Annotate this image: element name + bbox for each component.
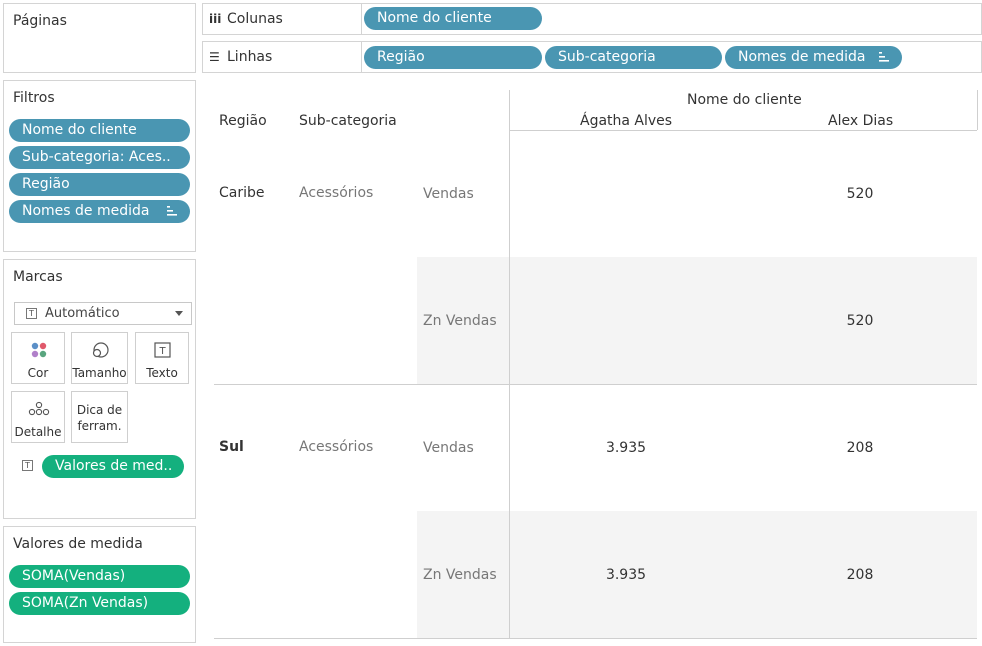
filter-pill-measure-names-label: Nomes de medida bbox=[22, 203, 150, 219]
measure-pill-sum-zn-sales[interactable]: SOMA(Zn Vendas) bbox=[9, 592, 190, 615]
color-dots-icon bbox=[31, 342, 47, 358]
rows-shelf-label: ☰ Linhas bbox=[203, 42, 362, 72]
marks-title: Marcas bbox=[13, 269, 63, 285]
rows-pill-subcategory[interactable]: Sub-categoria bbox=[545, 46, 722, 69]
measure-values-title: Valores de medida bbox=[13, 536, 143, 552]
text-icon: T bbox=[154, 342, 171, 358]
chevron-down-icon bbox=[175, 311, 183, 316]
rows-shelf[interactable]: ☰ Linhas Região Sub-categoria Nomes de me… bbox=[202, 41, 982, 73]
marks-panel[interactable]: Marcas T Automático Cor Tamanho T Texto bbox=[3, 259, 196, 519]
columns-label-text: Colunas bbox=[227, 11, 283, 27]
filters-panel[interactable]: Filtros Nome do cliente Sub-categoria: A… bbox=[3, 80, 196, 252]
table-bottom-line bbox=[214, 638, 977, 639]
color-button[interactable]: Cor bbox=[11, 332, 65, 384]
cell-value: 520 bbox=[846, 313, 874, 329]
columns-shelf-label: iii Colunas bbox=[203, 4, 362, 34]
color-button-label: Cor bbox=[27, 366, 49, 380]
cell-value: 208 bbox=[846, 567, 874, 583]
size-icon bbox=[92, 342, 109, 358]
cell-value: 520 bbox=[846, 186, 874, 202]
text-button[interactable]: T Texto bbox=[135, 332, 189, 384]
filters-title: Filtros bbox=[13, 90, 55, 106]
marks-text-pill-measure-values[interactable]: Valores de med.. bbox=[42, 455, 184, 478]
columns-pill-customer-name[interactable]: Nome do cliente bbox=[364, 7, 542, 30]
crosstab-view[interactable]: Nome do cliente Região Sub-categoria Ága… bbox=[202, 80, 982, 646]
text-mark-icon: T bbox=[26, 308, 37, 319]
measure-pill-sum-sales[interactable]: SOMA(Vendas) bbox=[9, 565, 190, 588]
rows-pill-measure-names[interactable]: Nomes de medida bbox=[725, 46, 902, 69]
columns-shelf[interactable]: iii Colunas Nome do cliente bbox=[202, 3, 982, 35]
subcategory-label[interactable]: Acessórios bbox=[299, 185, 373, 201]
subcategory-label[interactable]: Acessórios bbox=[299, 439, 373, 455]
pages-panel[interactable]: Páginas bbox=[3, 3, 196, 73]
sort-icon bbox=[167, 206, 177, 216]
text-field-icon: T bbox=[22, 460, 33, 471]
rows-icon: ☰ bbox=[209, 50, 220, 64]
right-edge-line bbox=[977, 90, 978, 130]
cell-value: 208 bbox=[846, 440, 874, 456]
svg-text:T: T bbox=[158, 346, 166, 357]
measure-name-label[interactable]: Vendas bbox=[423, 440, 474, 456]
pages-title: Páginas bbox=[13, 13, 67, 29]
size-button-label: Tamanho bbox=[72, 366, 127, 380]
filter-pill-customer-name[interactable]: Nome do cliente bbox=[9, 119, 190, 142]
row-header-region[interactable]: Região bbox=[219, 113, 267, 129]
row-header-subcategory[interactable]: Sub-categoria bbox=[299, 113, 397, 129]
cell-value: 3.935 bbox=[605, 440, 647, 456]
mark-type-dropdown[interactable]: T Automático bbox=[14, 302, 192, 325]
column-field-header[interactable]: Nome do cliente bbox=[687, 92, 802, 108]
tooltip-button-label: Dica de ferram. bbox=[76, 403, 123, 433]
detail-icon bbox=[28, 401, 50, 416]
measure-name-label[interactable]: Zn Vendas bbox=[423, 567, 497, 583]
rows-pill-measure-names-label: Nomes de medida bbox=[738, 49, 866, 65]
sort-icon bbox=[879, 52, 889, 62]
tooltip-button[interactable]: Dica de ferram. bbox=[71, 391, 128, 443]
detail-button[interactable]: Detalhe bbox=[11, 391, 65, 443]
measure-name-label[interactable]: Vendas bbox=[423, 186, 474, 202]
measure-name-label[interactable]: Zn Vendas bbox=[423, 313, 497, 329]
rows-label-text: Linhas bbox=[227, 49, 273, 65]
header-bottom-line bbox=[509, 130, 977, 131]
cell-value: 3.935 bbox=[605, 567, 647, 583]
size-button[interactable]: Tamanho bbox=[71, 332, 128, 384]
detail-button-label: Detalhe bbox=[14, 425, 62, 439]
rows-pill-region[interactable]: Região bbox=[364, 46, 542, 69]
header-divider bbox=[509, 90, 510, 638]
measure-values-panel[interactable]: Valores de medida SOMA(Vendas) SOMA(Zn V… bbox=[3, 526, 196, 643]
column-header-agatha-alves[interactable]: Ágatha Alves bbox=[580, 113, 672, 129]
region-separator bbox=[214, 384, 977, 385]
text-button-label: Texto bbox=[146, 366, 178, 380]
columns-icon: iii bbox=[209, 12, 222, 26]
filter-pill-region[interactable]: Região bbox=[9, 173, 190, 196]
region-label[interactable]: Sul bbox=[219, 439, 244, 455]
filter-pill-subcategory[interactable]: Sub-categoria: Aces.. bbox=[9, 146, 190, 169]
filter-pill-measure-names[interactable]: Nomes de medida bbox=[9, 200, 190, 223]
region-label[interactable]: Caribe bbox=[219, 185, 265, 201]
mark-type-value: Automático bbox=[45, 306, 120, 321]
column-header-alex-dias[interactable]: Alex Dias bbox=[828, 113, 893, 129]
